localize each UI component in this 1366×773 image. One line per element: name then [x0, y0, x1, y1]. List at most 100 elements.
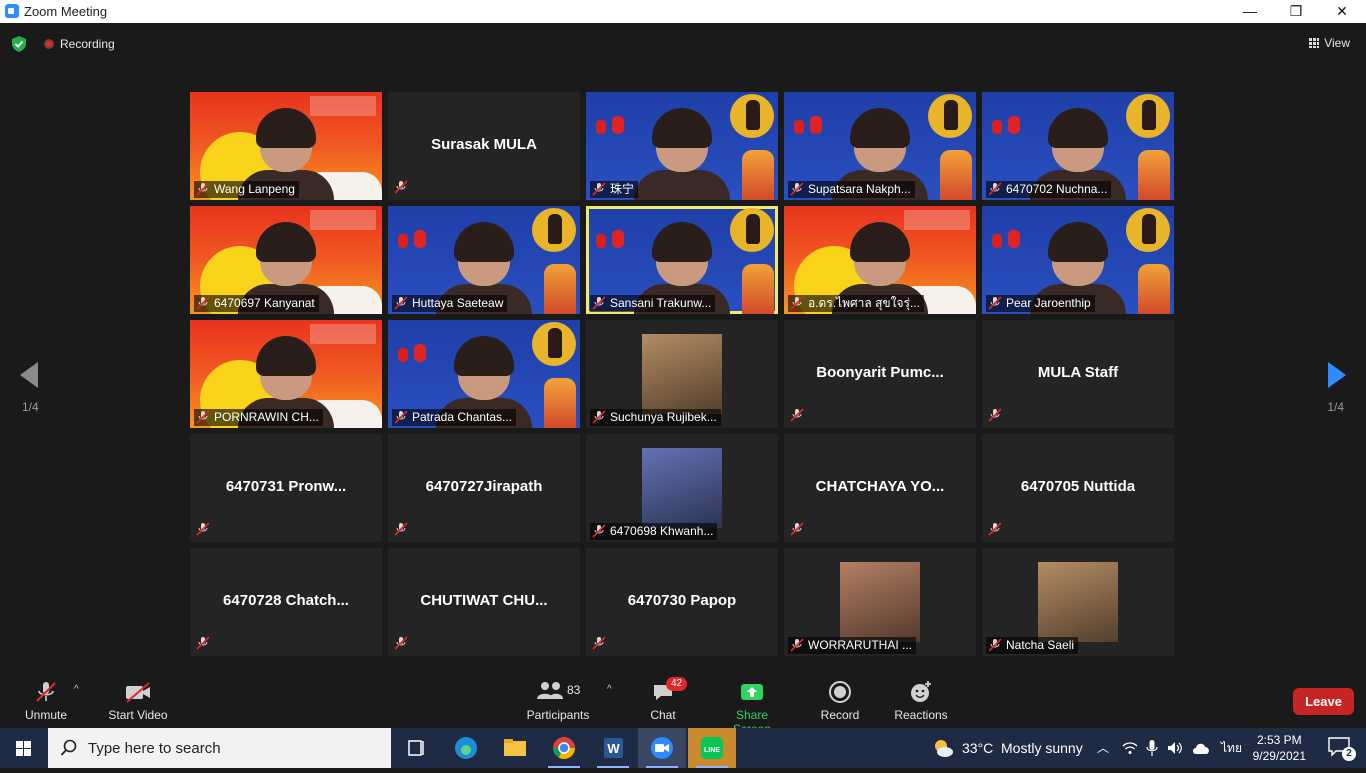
participant-tile[interactable]: 6470705 Nuttida: [982, 434, 1174, 542]
participant-tile[interactable]: Supatsara Nakph...: [784, 92, 976, 200]
record-button[interactable]: Record: [818, 680, 862, 722]
muted-mic-icon: [790, 296, 804, 310]
participant-tile[interactable]: 6470727Jirapath: [388, 434, 580, 542]
participant-name-label: PORNRAWIN CH...: [194, 409, 323, 426]
virtual-background-figure: [1138, 264, 1170, 314]
zoom-taskbar-icon[interactable]: [638, 728, 686, 768]
participants-button[interactable]: 83 Participants: [526, 680, 590, 722]
recording-indicator[interactable]: Recording: [44, 37, 115, 51]
lantern-icon: [398, 234, 408, 248]
muted-indicator: [592, 634, 610, 652]
participants-icon: [536, 682, 563, 699]
participant-tile[interactable]: Boonyarit Pumc...: [784, 320, 976, 428]
participant-name-label: Suchunya Rujibek...: [590, 409, 721, 426]
security-shield-icon[interactable]: [11, 36, 27, 52]
participant-name-label: 6470698 Khwanh...: [590, 523, 718, 540]
participant-tile[interactable]: Patrada Chantas...: [388, 320, 580, 428]
participant-tile[interactable]: 6470702 Nuchna...: [982, 92, 1174, 200]
participant-name: WORRARUTHAI ...: [808, 638, 912, 652]
start-video-button[interactable]: Start Video: [106, 680, 170, 722]
muted-mic-icon: [592, 524, 606, 538]
participant-display-name: 6470705 Nuttida: [1020, 478, 1136, 495]
view-button[interactable]: View: [1309, 36, 1350, 50]
view-label: View: [1324, 36, 1350, 50]
muted-mic-icon: [592, 296, 606, 310]
participant-tile[interactable]: MULA Staff: [982, 320, 1174, 428]
participant-tile[interactable]: อ.ดร.ไพศาล สุขใจรุ่...: [784, 206, 976, 314]
chat-unread-badge: 42: [666, 677, 688, 691]
chrome-browser-icon[interactable]: [540, 728, 588, 768]
minimize-button[interactable]: —: [1227, 0, 1273, 23]
muted-mic-icon: [394, 636, 408, 650]
participant-name-label: Patrada Chantas...: [392, 409, 517, 426]
muted-mic-icon: [988, 182, 1002, 196]
participant-tile[interactable]: Pear Jaroenthip: [982, 206, 1174, 314]
participant-name-label: Pear Jaroenthip: [986, 295, 1095, 312]
participant-tile[interactable]: CHUTIWAT CHU...: [388, 548, 580, 656]
participant-display-name: 6470728 Chatch...: [223, 592, 349, 609]
restore-button[interactable]: ❐: [1273, 0, 1319, 23]
word-app-icon[interactable]: W: [589, 728, 637, 768]
input-language-indicator[interactable]: ไทย: [1221, 728, 1242, 768]
participant-tile[interactable]: Wang Lanpeng: [190, 92, 382, 200]
notification-center-button[interactable]: 2: [1328, 737, 1356, 761]
muted-mic-icon: [196, 410, 210, 424]
participants-count: 83: [566, 683, 581, 697]
muted-mic-icon: [592, 410, 606, 424]
speaker-volume-icon[interactable]: [1167, 741, 1183, 755]
participant-tile[interactable]: Suchunya Rujibek...: [586, 320, 778, 428]
weather-description[interactable]: Mostly sunny: [1001, 728, 1083, 768]
participant-tile[interactable]: 6470698 Khwanh...: [586, 434, 778, 542]
muted-indicator: [790, 406, 808, 424]
close-button[interactable]: ✕: [1319, 0, 1365, 23]
audio-options-caret-icon[interactable]: ^: [74, 684, 79, 695]
share-screen-icon: [741, 684, 763, 700]
lantern-icon: [398, 348, 408, 362]
line-app-icon[interactable]: LINE: [688, 728, 736, 768]
wifi-icon[interactable]: [1122, 741, 1138, 755]
search-placeholder: Type here to search: [88, 740, 221, 757]
show-hidden-icons-chevron-icon[interactable]: ︿: [1097, 728, 1109, 768]
muted-mic-icon: [394, 180, 408, 194]
participant-tile[interactable]: 6470730 Papop: [586, 548, 778, 656]
taskbar-search-box[interactable]: Type here to search: [48, 728, 391, 768]
participant-tile[interactable]: WORRARUTHAI ...: [784, 548, 976, 656]
task-view-icon[interactable]: [392, 728, 440, 768]
participant-tile[interactable]: Sansani Trakunw...: [586, 206, 778, 314]
participant-display-name: CHUTIWAT CHU...: [420, 592, 548, 609]
participant-tile[interactable]: 6470728 Chatch...: [190, 548, 382, 656]
participant-tile[interactable]: 珠宁: [586, 92, 778, 200]
participant-tile[interactable]: PORNRAWIN CH...: [190, 320, 382, 428]
next-page-arrow-icon[interactable]: [1326, 360, 1348, 390]
muted-mic-icon: [394, 522, 408, 536]
participant-tile[interactable]: Huttaya Saeteaw: [388, 206, 580, 314]
participants-options-caret-icon[interactable]: ^: [607, 684, 612, 695]
taskbar-clock[interactable]: 2:53 PM 9/29/2021: [1253, 732, 1306, 764]
participant-tile[interactable]: CHATCHAYA YO...: [784, 434, 976, 542]
virtual-background-figure: [544, 264, 576, 314]
weather-temperature[interactable]: 33°C: [962, 728, 993, 768]
windows-start-icon[interactable]: [0, 728, 48, 768]
microphone-tray-icon[interactable]: [1146, 740, 1158, 756]
participant-name: 6470698 Khwanh...: [610, 524, 714, 538]
file-explorer-icon[interactable]: [491, 728, 539, 768]
right-page-number: 1/4: [1327, 400, 1344, 414]
muted-mic-icon: [790, 182, 804, 196]
participant-tile[interactable]: 6470731 Pronw...: [190, 434, 382, 542]
grid-view-icon: [1309, 38, 1320, 48]
leave-button[interactable]: Leave: [1293, 688, 1354, 715]
meeting-top-bar: Recording View: [0, 23, 1366, 63]
edge-browser-icon[interactable]: [442, 728, 490, 768]
lantern-icon: [992, 120, 1002, 134]
participant-tile[interactable]: Surasak MULA: [388, 92, 580, 200]
participant-tile[interactable]: 6470697 Kanyanat: [190, 206, 382, 314]
muted-indicator: [394, 520, 412, 538]
muted-indicator: [196, 520, 214, 538]
lantern-icon: [794, 120, 804, 134]
participant-tile[interactable]: Natcha Saeli: [982, 548, 1174, 656]
unmute-button[interactable]: Unmute: [22, 680, 70, 722]
reactions-button[interactable]: Reactions: [894, 680, 948, 722]
previous-page-arrow-icon[interactable]: [18, 360, 40, 390]
chat-label: Chat: [650, 708, 676, 722]
onedrive-cloud-icon[interactable]: [1192, 741, 1210, 755]
